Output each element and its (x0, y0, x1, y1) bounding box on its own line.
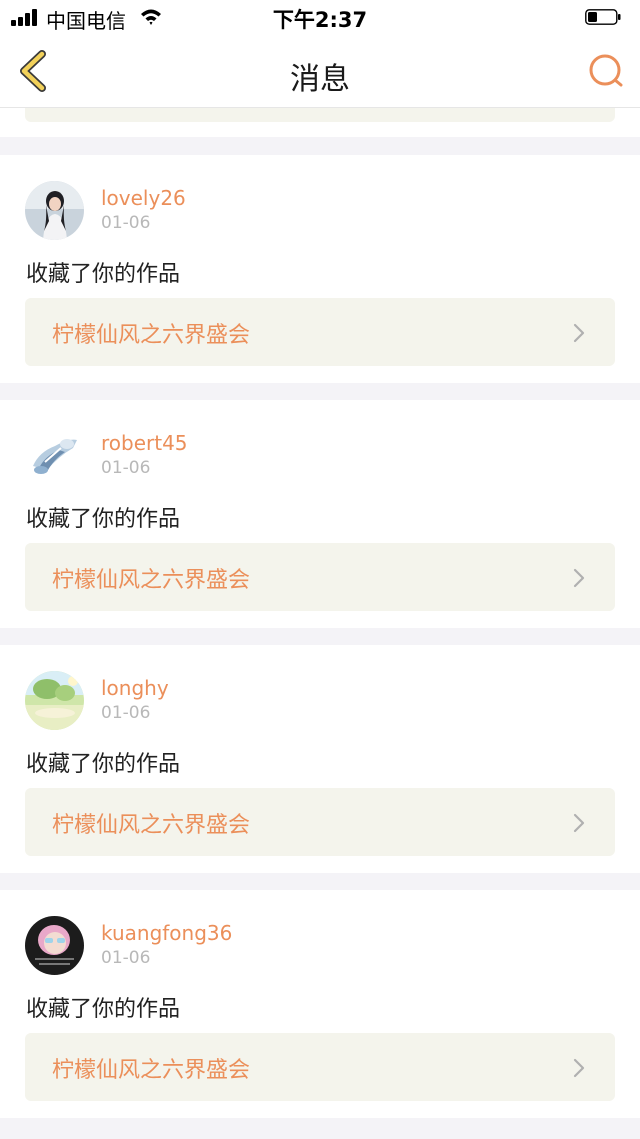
work-title: 柠檬仙风之六界盛会 (52, 568, 251, 593)
avatar[interactable] (25, 671, 84, 730)
date-label: 01-06 (101, 458, 151, 478)
notification-card: lovely26 01-06 收藏了你的作品 柠檬仙风之六界盛会 (0, 155, 640, 383)
date-label: 01-06 (101, 703, 151, 723)
status-bar: 中国电信 下午2:37 (0, 0, 640, 34)
notification-card: robert45 01-06 收藏了你的作品 柠檬仙风之六界盛会 (0, 400, 640, 628)
search-icon (589, 54, 623, 87)
date-label: 01-06 (101, 213, 151, 233)
date-label: 01-06 (101, 948, 151, 968)
work-title: 柠檬仙风之六界盛会 (52, 1058, 251, 1083)
notification-list: lovely26 01-06 收藏了你的作品 柠檬仙风之六界盛会 robert4… (0, 155, 640, 1135)
work-link[interactable]: 柠檬仙风之六界盛会 (25, 543, 615, 611)
page-title: 消息 (290, 62, 350, 97)
avatar[interactable] (25, 426, 84, 485)
username-link[interactable]: lovely26 (101, 186, 186, 210)
status-time: 下午2:37 (272, 8, 368, 32)
username-link[interactable]: robert45 (101, 431, 188, 455)
work-link-partial[interactable] (25, 108, 615, 122)
work-link[interactable]: 柠檬仙风之六界盛会 (25, 1033, 615, 1101)
work-link[interactable]: 柠檬仙风之六界盛会 (25, 298, 615, 366)
battery-icon (585, 9, 621, 25)
work-link[interactable]: 柠檬仙风之六界盛会 (25, 788, 615, 856)
action-text: 收藏了你的作品 (26, 752, 181, 777)
chevron-right-icon (573, 568, 585, 588)
list-item-partial (0, 108, 640, 137)
notification-card: longhy 01-06 收藏了你的作品 柠檬仙风之六界盛会 (0, 645, 640, 873)
avatar[interactable] (25, 916, 84, 975)
chevron-right-icon (573, 1058, 585, 1078)
action-text: 收藏了你的作品 (26, 997, 181, 1022)
search-button[interactable] (586, 52, 626, 92)
work-title: 柠檬仙风之六界盛会 (52, 323, 251, 348)
notification-card: kuangfong36 01-06 收藏了你的作品 柠檬仙风之六界盛会 (0, 890, 640, 1118)
work-title: 柠檬仙风之六界盛会 (52, 813, 251, 838)
username-link[interactable]: longhy (101, 676, 169, 700)
action-text: 收藏了你的作品 (26, 262, 181, 287)
nav-bar: 消息 (0, 34, 640, 108)
action-text: 收藏了你的作品 (26, 507, 181, 532)
username-link[interactable]: kuangfong36 (101, 921, 232, 945)
chevron-right-icon (573, 813, 585, 833)
chevron-right-icon (573, 323, 585, 343)
avatar[interactable] (25, 181, 84, 240)
